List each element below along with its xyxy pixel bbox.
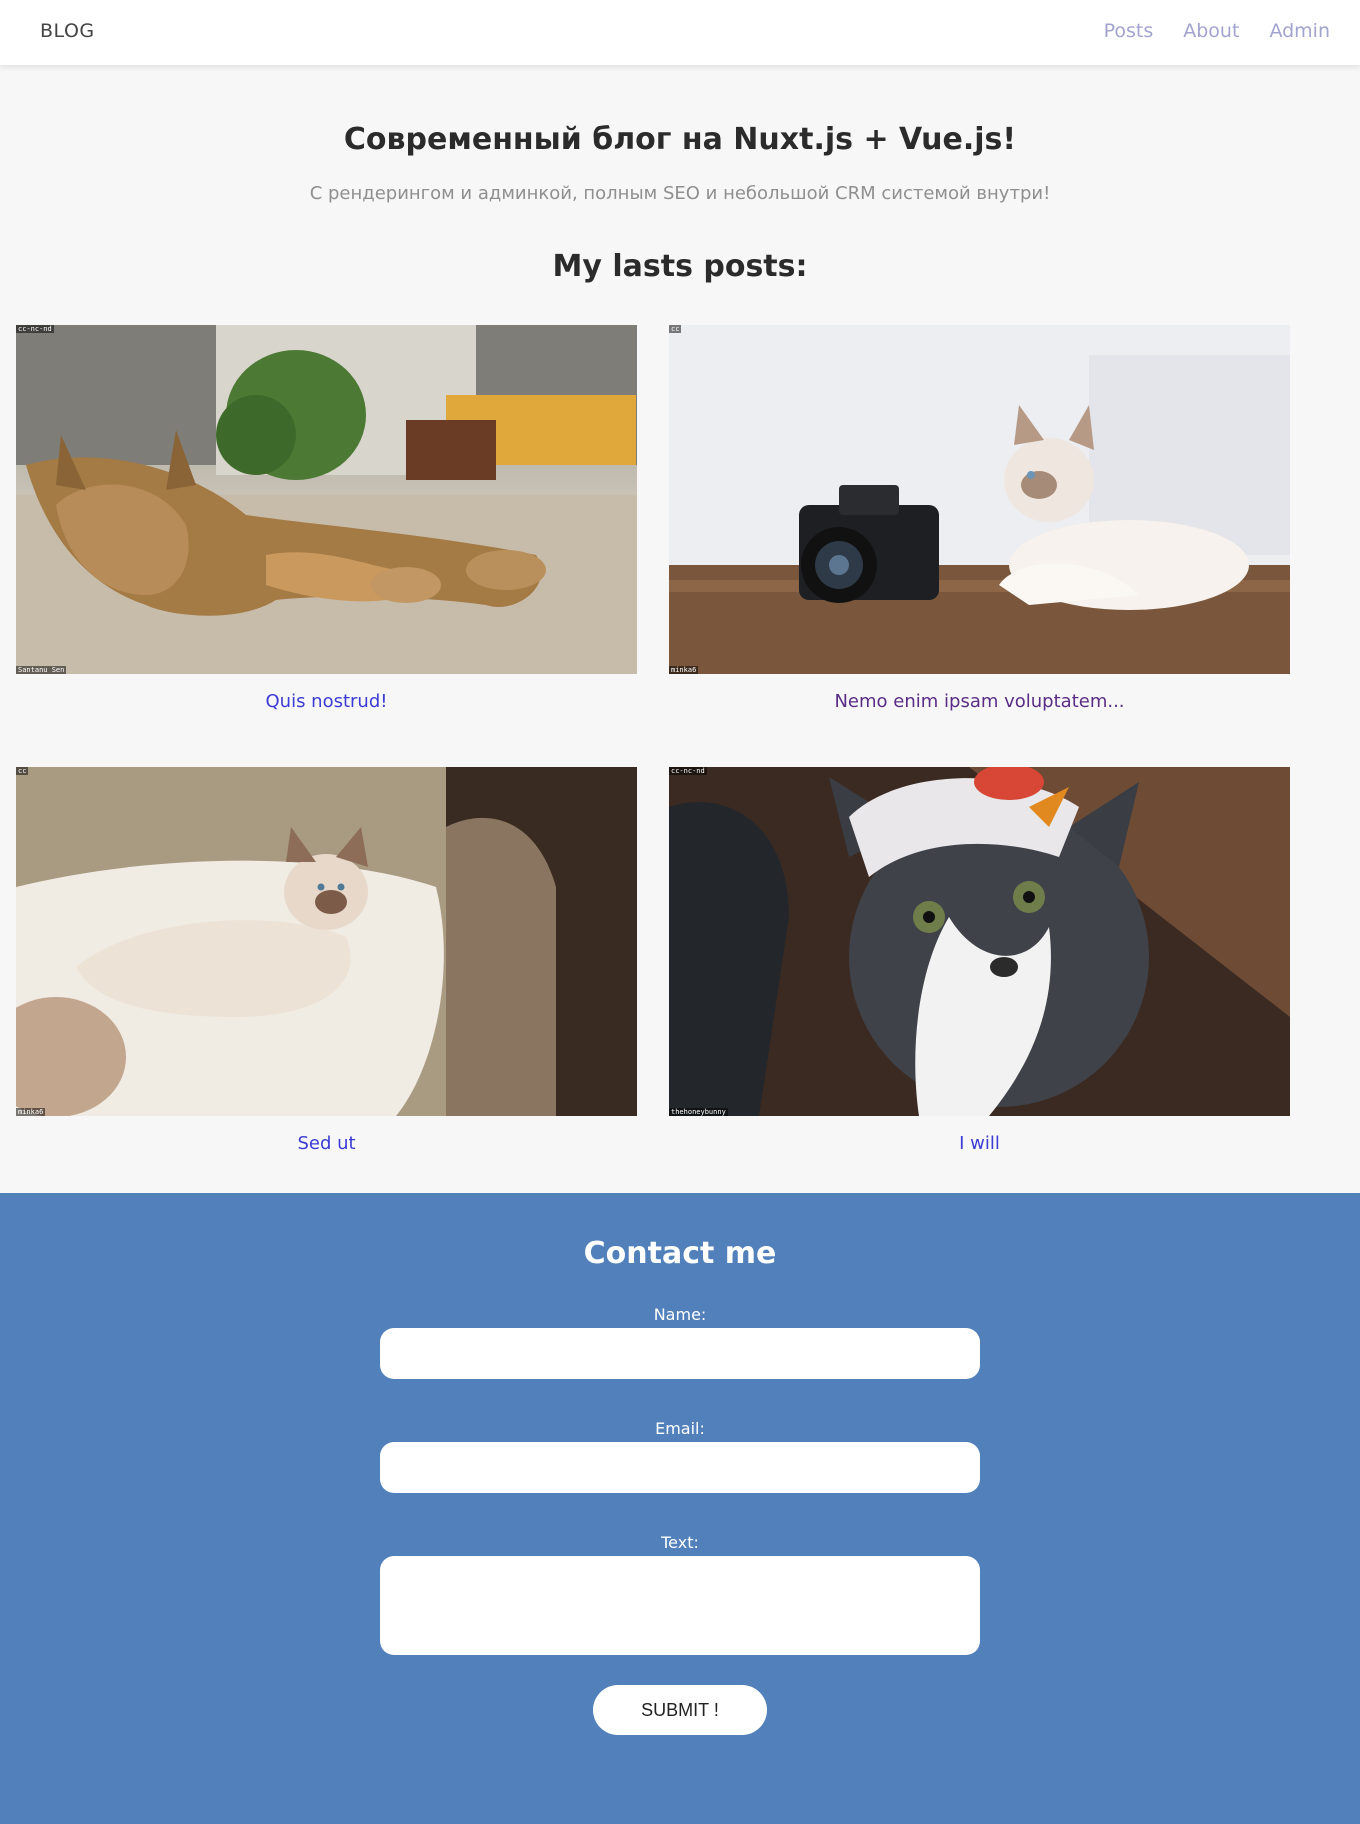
post-title-link[interactable]: Nemo enim ipsam voluptatem... bbox=[669, 691, 1290, 712]
text-field[interactable] bbox=[380, 1556, 980, 1655]
image-license-label: cc-nc-nd bbox=[16, 325, 54, 333]
brand-link[interactable]: BLOG bbox=[40, 20, 95, 42]
post-image-cat-in-hat[interactable]: cc-nc-nd thehoneybunny bbox=[669, 767, 1290, 1116]
image-author-label: thehoneybunny bbox=[669, 1108, 728, 1116]
post-card: cc minka6 Sed ut bbox=[16, 767, 637, 1154]
nav-link-about[interactable]: About bbox=[1183, 20, 1239, 42]
name-label: Name: bbox=[653, 1305, 707, 1324]
post-title-link[interactable]: Sed ut bbox=[16, 1133, 637, 1154]
name-field[interactable] bbox=[380, 1328, 980, 1379]
contact-title: Contact me bbox=[583, 1236, 777, 1271]
image-author-label: Santanu Sen bbox=[16, 666, 67, 674]
image-license-label: cc bbox=[669, 325, 682, 333]
post-image-sleeping-tabby-cat[interactable]: cc-nc-nd Santanu Sen bbox=[16, 325, 637, 674]
post-image-kitten-with-camera[interactable]: cc minka6 bbox=[669, 325, 1290, 674]
tabby-cat-illustration bbox=[16, 325, 637, 674]
kitten-blanket-illustration bbox=[16, 767, 637, 1116]
nav-link-posts[interactable]: Posts bbox=[1104, 20, 1154, 42]
submit-button[interactable]: SUBMIT ! bbox=[593, 1685, 767, 1735]
post-image-kitten-on-blanket[interactable]: cc minka6 bbox=[16, 767, 637, 1116]
text-label: Text: bbox=[661, 1533, 699, 1552]
nav-links: Posts About Admin bbox=[1104, 20, 1330, 42]
hero-title: Современный блог на Nuxt.js + Vue.js! bbox=[343, 122, 1017, 157]
hero-subtitle: С рендерингом и админкой, полным SEO и н… bbox=[309, 183, 1051, 204]
post-title-link[interactable]: Quis nostrud! bbox=[16, 691, 637, 712]
image-author-label: minka6 bbox=[669, 666, 699, 674]
post-card: cc-nc-nd Santanu Sen Quis nostrud! bbox=[16, 325, 637, 712]
email-field[interactable] bbox=[380, 1442, 980, 1493]
image-license-label: cc-nc-nd bbox=[669, 767, 707, 775]
image-author-label: minka6 bbox=[16, 1108, 46, 1116]
kitten-camera-illustration bbox=[669, 325, 1290, 674]
post-card: cc minka6 Nemo enim ipsam voluptatem... bbox=[669, 325, 1290, 712]
image-license-label: cc bbox=[16, 767, 29, 775]
navbar: BLOG Posts About Admin bbox=[0, 0, 1360, 65]
post-card: cc-nc-nd thehoneybunny I will bbox=[669, 767, 1290, 1154]
posts-section-title: My lasts posts: bbox=[552, 249, 808, 284]
email-label: Email: bbox=[655, 1419, 705, 1438]
nav-link-admin[interactable]: Admin bbox=[1269, 20, 1330, 42]
post-title-link[interactable]: I will bbox=[669, 1133, 1290, 1154]
cat-hat-illustration bbox=[669, 767, 1290, 1116]
contact-section: Contact me Name: Email: Text: SUBMIT ! bbox=[0, 1193, 1360, 1824]
